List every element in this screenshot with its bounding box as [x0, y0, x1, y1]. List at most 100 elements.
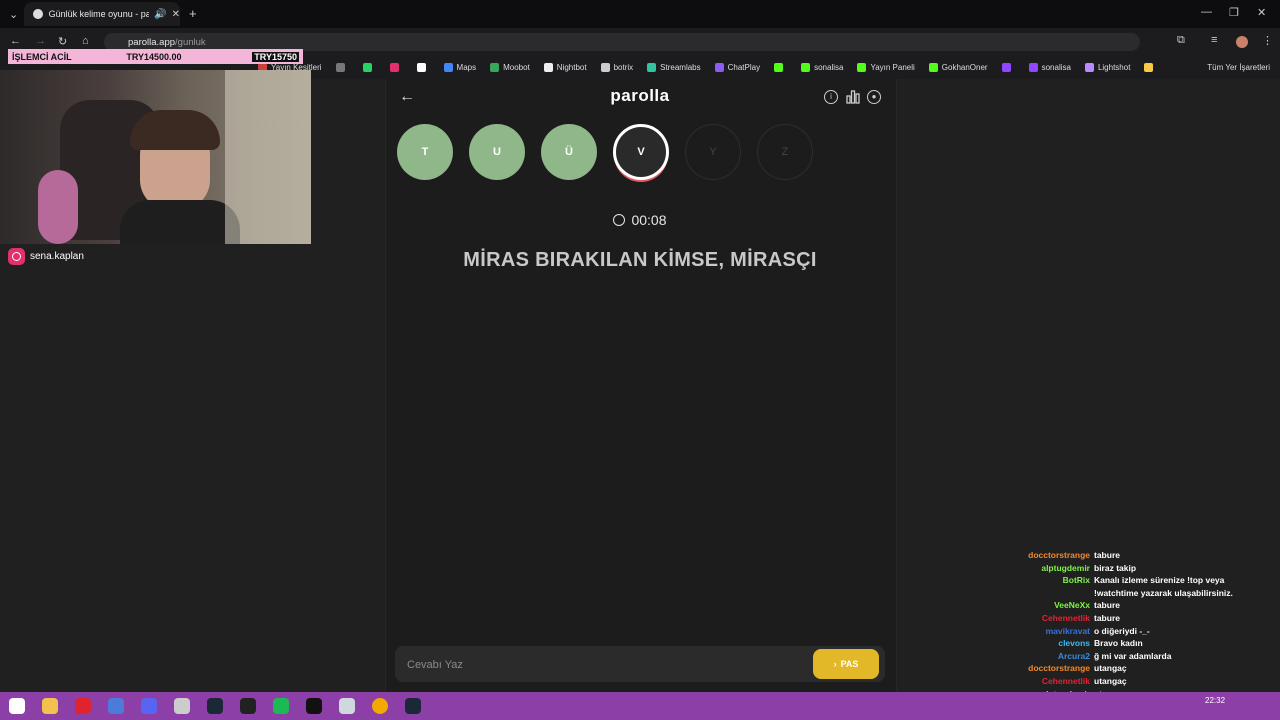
timer: 00:08 [600, 212, 680, 228]
info-icon[interactable]: i [824, 90, 838, 104]
bookmark-item[interactable]: ChatPlay [714, 62, 761, 72]
tab-title: Günlük kelime oyunu - paro [48, 9, 150, 19]
bookmark-favicon-icon [1084, 62, 1094, 72]
bookmark-item[interactable] [774, 62, 787, 72]
home-icon[interactable]: ⌂ [82, 35, 89, 47]
bookmark-item[interactable]: Streamlabs [647, 62, 701, 72]
stats-icon[interactable] [846, 90, 860, 104]
bookmark-label: sonalisa [814, 62, 844, 72]
chevron-right-icon: › [833, 659, 837, 669]
tab-list-chevron-icon[interactable]: ⌄ [9, 8, 18, 21]
bookmark-item[interactable] [1001, 62, 1015, 72]
extensions-icon[interactable]: ⧉ [1177, 34, 1185, 47]
letter-circle-y: Y [685, 124, 741, 180]
chat-text: o diğeriydi -_- [1094, 625, 1150, 636]
bookmark-item[interactable]: Maps [443, 62, 476, 72]
bookmark-item[interactable]: GokhanOner [928, 62, 988, 72]
bookmark-favicon-icon [1144, 62, 1154, 72]
all-bookmarks[interactable]: Tüm Yer İşaretleri [1207, 63, 1270, 72]
chat-text: biraz takip [1094, 562, 1137, 573]
bookmark-item[interactable] [416, 62, 430, 72]
bookmark-favicon-icon [647, 62, 657, 72]
chat-message: alptugdemir biraz takip [940, 562, 1270, 575]
chrome-icon[interactable] [372, 698, 388, 714]
forward-icon[interactable]: → [35, 35, 46, 47]
minimize-icon[interactable]: — [1201, 6, 1212, 18]
profile-avatar[interactable] [1236, 36, 1248, 48]
file-explorer-icon[interactable] [42, 698, 58, 714]
menu-icon[interactable]: ⋮ [1262, 34, 1273, 47]
bookmark-item[interactable] [362, 62, 376, 72]
app-icon[interactable] [339, 698, 355, 714]
back-icon[interactable]: ← [10, 35, 21, 47]
chat-text: utangaç [1094, 663, 1127, 674]
chat-text: tabure [1094, 600, 1120, 611]
question-text: MİRAS BIRAKILAN KİMSE, MİRASÇI [463, 249, 817, 271]
bookmark-favicon-icon [714, 62, 724, 72]
window-close-icon[interactable]: ✕ [1257, 6, 1266, 19]
browser-tab[interactable]: Günlük kelime oyunu - paro 🔊 ✕ [24, 2, 180, 26]
tab-favicon-icon [33, 9, 43, 19]
taskbar [0, 692, 1280, 720]
opera-icon[interactable] [75, 698, 91, 714]
chat-message: clevons Bravo kadın [940, 637, 1270, 650]
profile-icon[interactable]: ● [867, 90, 881, 104]
steam-icon[interactable] [405, 698, 421, 714]
donation-goal: TRY15750 [252, 51, 299, 62]
reload-icon[interactable]: ↻ [58, 35, 67, 48]
new-tab-icon[interactable]: + [189, 6, 197, 21]
answer-input[interactable] [405, 655, 809, 675]
tab-audio-icon[interactable]: 🔊 [154, 9, 166, 20]
bookmark-favicon-icon [543, 62, 553, 72]
chat-message: docctorstrange utangaç [940, 662, 1270, 675]
chat-text: ğ mi var adamlarda [1094, 650, 1172, 661]
bookmark-favicon-icon [389, 62, 399, 72]
bookmark-item[interactable]: botrix [600, 62, 633, 72]
spotify-icon[interactable] [273, 698, 289, 714]
windows-start-icon[interactable] [9, 698, 25, 714]
bookmark-item[interactable] [389, 62, 403, 72]
bookmark-favicon-icon [600, 62, 610, 72]
bookmark-favicon-icon [774, 62, 784, 72]
url-path: /gunluk [175, 36, 206, 48]
bookmark-favicon-icon [490, 62, 500, 72]
app-logo[interactable]: parolla [590, 86, 690, 106]
maximize-icon[interactable]: ❐ [1229, 6, 1239, 19]
chat-username: docctorstrange [1028, 663, 1090, 674]
letter-circle-v: V [613, 124, 669, 180]
bookmark-item[interactable]: sonalisa [1028, 62, 1071, 72]
bookmark-item[interactable]: sonalisa [801, 62, 844, 72]
pass-label: PAS [840, 659, 859, 669]
bookmark-favicon-icon [928, 62, 938, 72]
media-icon[interactable]: ≡ [1211, 34, 1217, 46]
bookmark-favicon-icon [443, 62, 453, 72]
pass-button[interactable]: › PAS [813, 649, 879, 679]
bookmark-label: ChatPlay [727, 62, 761, 72]
obs-icon[interactable] [306, 698, 322, 714]
chat-message: BotRix Kanalı izleme sürenize !top veya [940, 574, 1270, 587]
streamer-shirt [120, 200, 240, 244]
discord-icon[interactable] [141, 698, 157, 714]
bookmark-item[interactable]: Moobot [490, 62, 530, 72]
bookmark-item[interactable]: Nightbot [543, 62, 587, 72]
back-arrow-icon[interactable]: ← [398, 88, 416, 106]
chat-text: tabure [1094, 550, 1120, 560]
app-icon[interactable] [108, 698, 124, 714]
bookmark-label: Yayın Paneli [870, 62, 915, 72]
bookmark-item[interactable]: Yayın Paneli [857, 62, 915, 72]
epic-games-icon[interactable] [240, 698, 256, 714]
tab-close-icon[interactable]: ✕ [172, 9, 180, 20]
streamer-hair [130, 110, 220, 150]
chat-username: alptugdemir [1041, 562, 1090, 573]
bookmark-item[interactable] [335, 62, 349, 72]
app-icon[interactable] [174, 698, 190, 714]
bookmark-favicon-icon [362, 62, 372, 72]
bookmark-favicon-icon [335, 62, 345, 72]
chat-text: Bravo kadın [1094, 638, 1143, 649]
url-host: parolla.app [128, 36, 176, 48]
bookmark-label: GokhanOner [941, 62, 988, 72]
steam-icon[interactable] [207, 698, 223, 714]
chat-username: mavikravat [1045, 625, 1090, 636]
bookmark-item[interactable] [1144, 62, 1157, 72]
bookmark-item[interactable]: Lightshot [1084, 62, 1130, 72]
